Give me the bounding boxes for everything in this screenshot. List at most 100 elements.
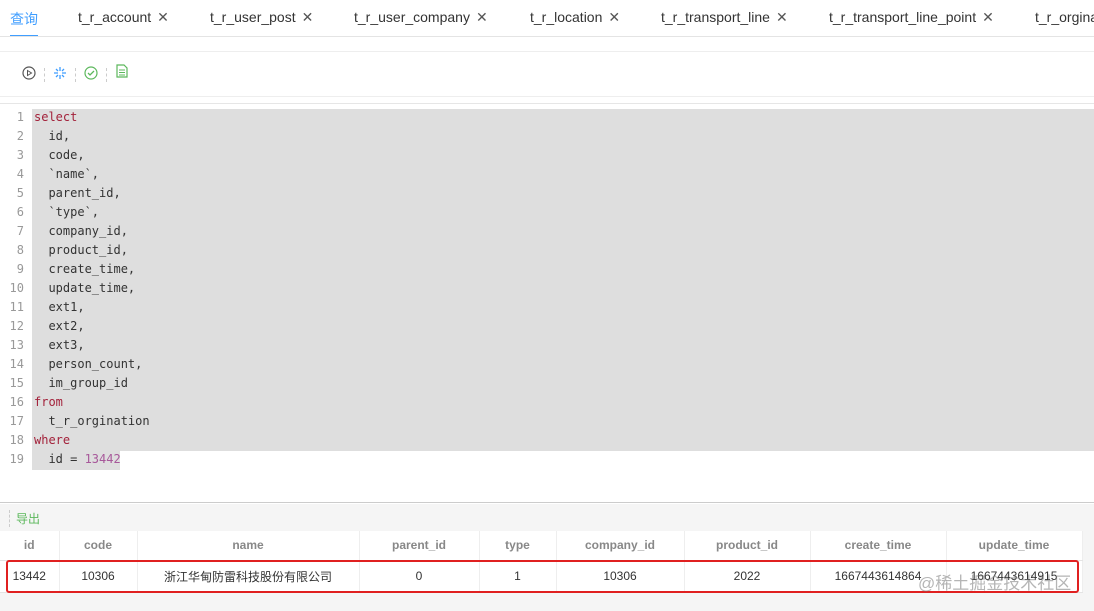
line-number: 16: [9, 395, 24, 409]
line-number: 7: [16, 224, 24, 238]
check-icon[interactable]: [84, 66, 98, 83]
column-header-id[interactable]: id: [0, 531, 60, 561]
cell-parent-id[interactable]: 0: [359, 560, 480, 593]
code-text: ext1,: [34, 298, 85, 317]
cell-company-id[interactable]: 10306: [556, 560, 685, 593]
tab-label: t_r_location: [530, 9, 603, 25]
tab-t_r_user_post[interactable]: t_r_user_post ✕: [210, 9, 313, 26]
code-text: im_group_id: [34, 374, 128, 393]
sql-keyword: from: [34, 395, 63, 409]
tab-t_r_transport_line_point[interactable]: t_r_transport_line_point ✕: [829, 9, 994, 26]
code-line: 13 ext3,: [0, 336, 1094, 355]
code-line: 9 create_time,: [0, 260, 1094, 279]
cell-id[interactable]: 13442: [0, 560, 60, 593]
cell-type[interactable]: 1: [479, 560, 557, 593]
export-button[interactable]: 导出: [9, 510, 40, 527]
close-icon[interactable]: ✕: [608, 9, 620, 25]
column-header-code[interactable]: code: [59, 531, 138, 561]
sql-text: code,: [34, 148, 85, 162]
document-icon[interactable]: [116, 64, 128, 81]
sql-text: ext3,: [34, 338, 85, 352]
code-line: 8 product_id,: [0, 241, 1094, 260]
line-number: 19: [9, 452, 24, 466]
sql-text: person_count,: [34, 357, 143, 371]
code-text: `name`,: [34, 165, 99, 184]
line-number: 1: [16, 110, 24, 124]
editor-toolbar: [0, 51, 1094, 97]
column-header-update-time[interactable]: update_time: [946, 531, 1083, 561]
code-text: person_count,: [34, 355, 142, 374]
tab-label: t_r_user_company: [354, 9, 470, 25]
close-icon[interactable]: ✕: [982, 9, 994, 25]
line-number: 4: [16, 167, 24, 181]
divider: [106, 68, 107, 82]
column-header-type[interactable]: type: [479, 531, 557, 561]
tab-t_r_transport_line[interactable]: t_r_transport_line ✕: [661, 9, 788, 26]
line-number: 9: [16, 262, 24, 276]
column-header-create-time[interactable]: create_time: [810, 531, 947, 561]
close-icon[interactable]: ✕: [776, 9, 788, 25]
tab-label: t_r_transport_line: [661, 9, 770, 25]
line-number: 11: [9, 300, 24, 314]
format-icon[interactable]: [53, 66, 67, 83]
line-number: 18: [9, 433, 24, 447]
sql-text: ext2,: [34, 319, 85, 333]
code-line: 16 from: [0, 393, 1094, 412]
close-icon[interactable]: ✕: [302, 9, 314, 25]
code-text: where: [34, 431, 70, 450]
sql-text: update_time,: [34, 281, 136, 295]
sql-text: parent_id,: [34, 186, 121, 200]
sql-text: `name`,: [34, 167, 100, 181]
cell-name[interactable]: 浙江华甸防雷科技股份有限公司: [137, 560, 360, 593]
line-number: 8: [16, 243, 24, 257]
sql-text: id =: [34, 452, 85, 466]
column-header-company-id[interactable]: company_id: [556, 531, 685, 561]
code-line: 18 where: [0, 431, 1094, 450]
close-icon[interactable]: ✕: [476, 9, 488, 25]
code-line: 19 id = 13442: [0, 450, 1094, 469]
code-line: 12 ext2,: [0, 317, 1094, 336]
tab-label: t_r_transport_line_point: [829, 9, 977, 25]
sql-text: ext1,: [34, 300, 85, 314]
close-icon[interactable]: ✕: [157, 9, 169, 25]
sql-text: company_id,: [34, 224, 128, 238]
sql-text: id,: [34, 129, 71, 143]
tab-t_r_orgina[interactable]: t_r_orgina: [1035, 9, 1094, 25]
cell-product-id[interactable]: 2022: [684, 560, 811, 593]
sql-keyword: select: [34, 110, 78, 124]
run-icon[interactable]: [22, 66, 36, 83]
tab-t_r_location[interactable]: t_r_location ✕: [530, 9, 620, 26]
divider: [75, 68, 76, 82]
cell-code[interactable]: 10306: [59, 560, 138, 593]
code-line: 5 parent_id,: [0, 184, 1094, 203]
code-text: product_id,: [34, 241, 127, 260]
code-text: `type`,: [34, 203, 99, 222]
code-line: 6 `type`,: [0, 203, 1094, 222]
column-header-product-id[interactable]: product_id: [684, 531, 811, 561]
code-line: 11 ext1,: [0, 298, 1094, 317]
sql-text: t_r_orgination: [34, 414, 150, 428]
code-text: ext3,: [34, 336, 85, 355]
code-text: id,: [34, 127, 70, 146]
line-number: 10: [9, 281, 24, 295]
tab-t_r_user_company[interactable]: t_r_user_company ✕: [354, 9, 488, 26]
tab-label: 查询: [10, 11, 38, 27]
tab-query[interactable]: 查询: [10, 9, 38, 36]
code-text: from: [34, 393, 63, 412]
code-text: company_id,: [34, 222, 128, 241]
sql-number: 13442: [84, 452, 121, 466]
column-header-name[interactable]: name: [137, 531, 360, 561]
column-header-parent-id[interactable]: parent_id: [359, 531, 480, 561]
code-text: parent_id,: [34, 184, 121, 203]
line-number: 2: [16, 129, 24, 143]
code-line: 7 company_id,: [0, 222, 1094, 241]
divider: [44, 68, 45, 82]
code-line: 14 person_count,: [0, 355, 1094, 374]
sql-text: im_group_id: [34, 376, 128, 390]
line-number: 6: [16, 205, 24, 219]
sql-text: `type`,: [34, 205, 100, 219]
tab-t_r_account[interactable]: t_r_account ✕: [78, 9, 169, 26]
tab-label: t_r_user_post: [210, 9, 296, 25]
sql-editor[interactable]: 1 select 2 id, 3 code, 4 `name`, 5 parent_id,…: [0, 103, 1094, 503]
line-number: 13: [9, 338, 24, 352]
